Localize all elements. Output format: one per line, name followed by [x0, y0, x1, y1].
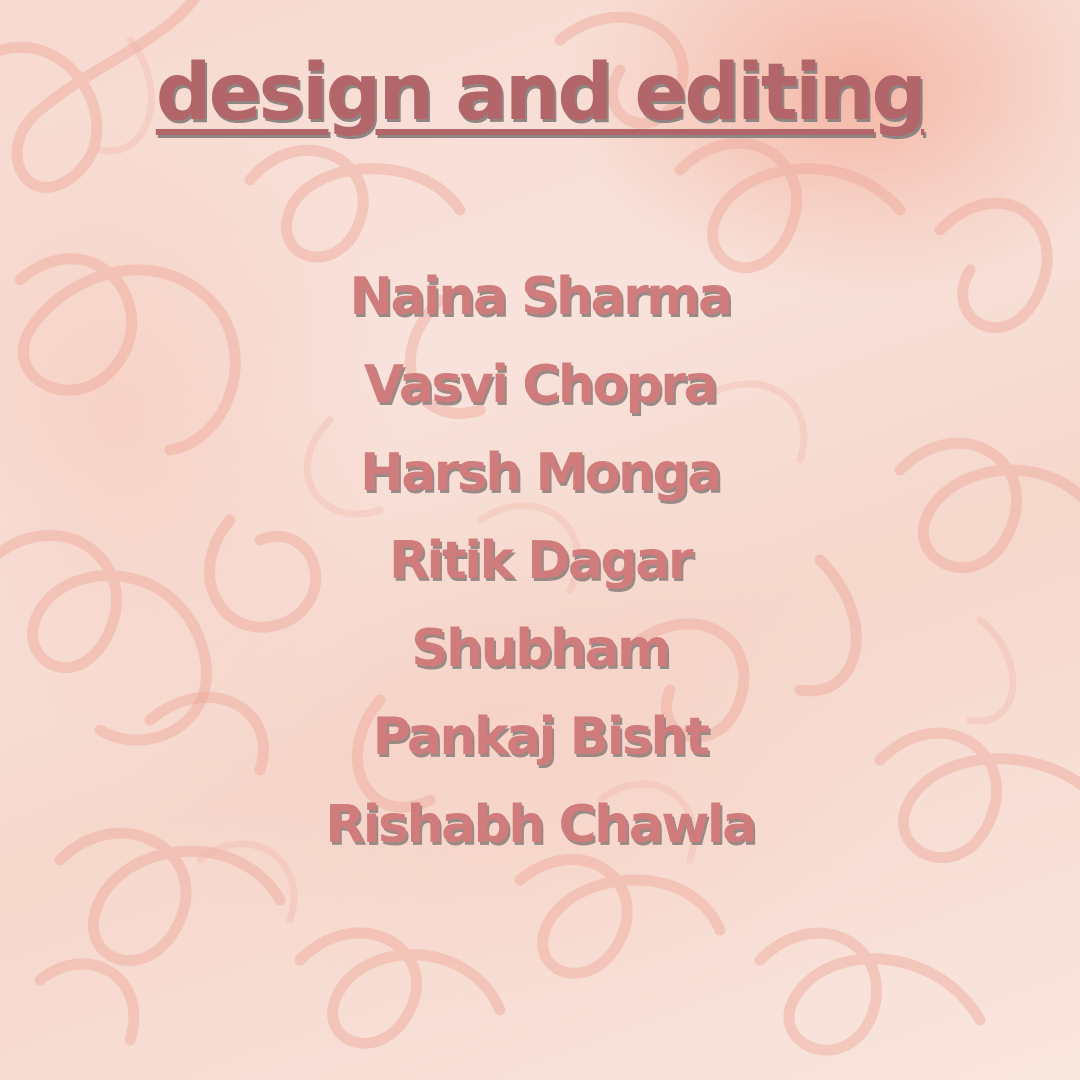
list-item: Naina Sharma	[349, 267, 733, 327]
page-title: design and editing	[155, 48, 927, 138]
list-item: Harsh Monga	[360, 443, 722, 503]
names-list: Naina Sharma Vasvi Chopra Harsh Monga Ri…	[0, 262, 1080, 878]
list-item: Vasvi Chopra	[363, 355, 719, 415]
list-item: Ritik Dagar	[389, 531, 693, 591]
list-item: Shubham	[411, 619, 671, 679]
list-item: Pankaj Bisht	[372, 707, 710, 767]
list-item: Rishabh Chawla	[325, 795, 757, 855]
